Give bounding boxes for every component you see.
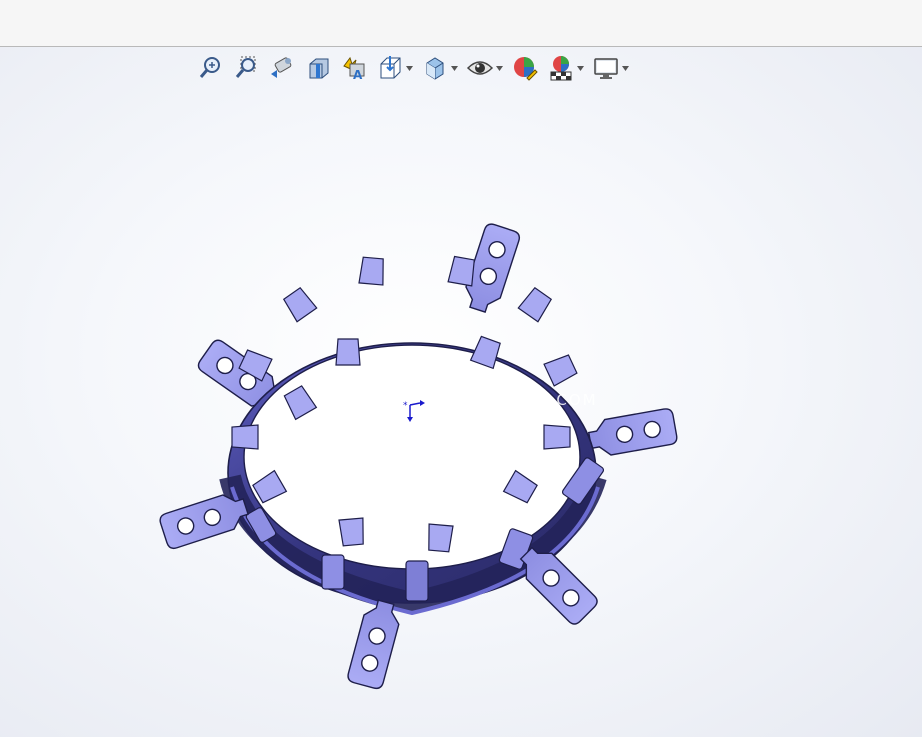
chevron-down-icon [496, 65, 503, 71]
previous-view-button[interactable] [268, 54, 296, 82]
svg-text:*: * [403, 401, 408, 411]
cad-window: * WWW.YSH3D.COM A [0, 0, 922, 737]
zoom-fit-icon [199, 57, 220, 78]
watermark-url: WWW.YSH3D.COM [433, 391, 598, 409]
mounting-tab-right[interactable] [586, 407, 679, 459]
view-orientation-dropdown[interactable] [406, 54, 413, 82]
view-orientation-button[interactable] [376, 54, 404, 82]
display-style-button[interactable] [421, 54, 449, 82]
view-settings-dropdown[interactable] [622, 54, 629, 82]
annotation-view-icon: A [343, 56, 365, 82]
scene-icon [550, 56, 572, 81]
zoom-to-area-button[interactable] [232, 54, 260, 82]
eye-icon [466, 61, 494, 75]
section-view-button[interactable] [304, 54, 332, 82]
zoom-to-fit-button[interactable] [196, 54, 224, 82]
view-orientation-icon [380, 56, 401, 79]
hide-show-items-button[interactable] [466, 54, 494, 82]
heads-up-view-toolbar: A [196, 53, 629, 83]
appearance-icon [514, 57, 538, 81]
apply-scene-button[interactable] [547, 54, 575, 82]
chevron-down-icon [451, 65, 458, 71]
chevron-down-icon [622, 65, 629, 71]
display-style-icon [426, 57, 444, 80]
chevron-down-icon [577, 65, 584, 71]
apply-scene-dropdown[interactable] [577, 54, 584, 82]
edit-appearance-button[interactable] [511, 54, 539, 82]
svg-text:A: A [353, 68, 363, 82]
monitor-icon [594, 58, 618, 79]
mounting-tab-bottom[interactable] [345, 596, 405, 691]
display-style-dropdown[interactable] [451, 54, 458, 82]
command-manager-strip [0, 0, 922, 47]
zoom-area-icon [235, 56, 256, 78]
chevron-down-icon [406, 65, 413, 71]
hide-show-items-dropdown[interactable] [496, 54, 503, 82]
view-settings-button[interactable] [592, 54, 620, 82]
section-view-icon [309, 58, 329, 79]
graphics-area[interactable]: * WWW.YSH3D.COM A [0, 47, 922, 737]
dynamic-annotation-views-button[interactable]: A [340, 54, 368, 82]
previous-view-icon [271, 57, 292, 78]
